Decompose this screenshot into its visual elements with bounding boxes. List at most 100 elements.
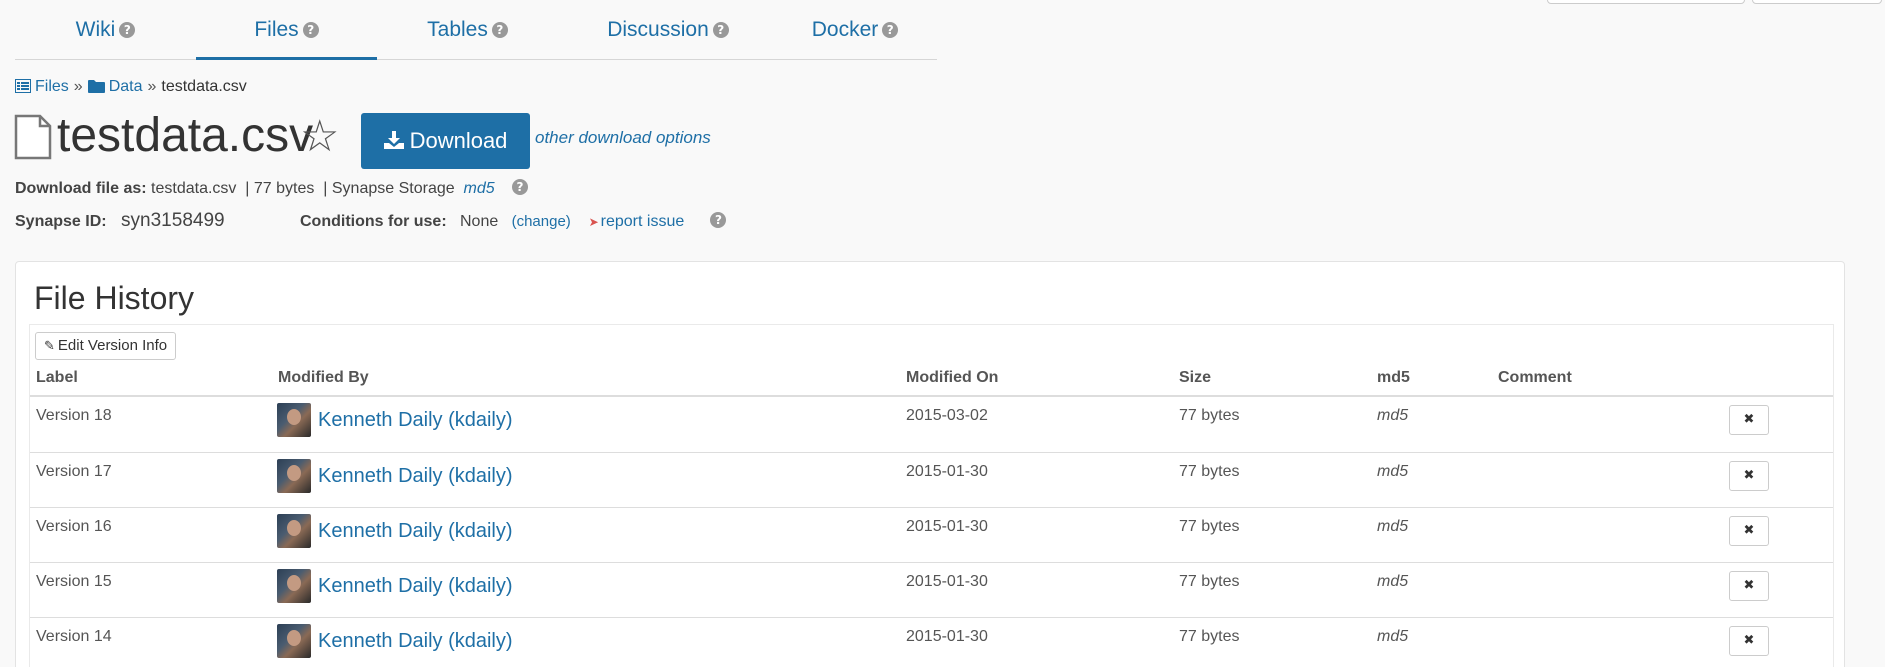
column-header-md5: md5 — [1377, 369, 1410, 386]
file-history-title: File History — [34, 280, 195, 316]
other-download-options-link[interactable]: other download options — [535, 128, 711, 148]
delete-version-button[interactable]: ✖ — [1729, 516, 1769, 546]
tab-discussion[interactable]: Discussion? — [563, 0, 773, 59]
avatar — [277, 569, 311, 603]
file-size: | 77 bytes — [245, 180, 315, 197]
avatar — [277, 403, 311, 437]
help-icon[interactable]: ? — [119, 22, 136, 38]
breadcrumb-files-link[interactable]: Files — [35, 78, 69, 95]
column-header-comment: Comment — [1498, 369, 1572, 386]
download-info-row: Download file as: testdata.csv | 77 byte… — [15, 179, 528, 198]
tab-wiki-label: Wiki — [75, 18, 116, 41]
change-conditions-link[interactable]: (change) — [512, 213, 571, 230]
storage-location: | Synapse Storage — [323, 180, 455, 197]
md5-link[interactable]: md5 — [1377, 463, 1408, 481]
md5-link[interactable]: md5 — [1377, 628, 1408, 646]
avatar — [277, 624, 311, 658]
column-header-size: Size — [1179, 369, 1212, 386]
download-as-label: Download file as: — [15, 180, 147, 197]
tab-files[interactable]: Files? — [196, 0, 377, 60]
download-as-value: testdata.csv — [151, 180, 237, 197]
conditions-value: None — [460, 213, 499, 230]
md5-link[interactable]: md5 — [464, 180, 495, 197]
tab-discussion-label: Discussion — [607, 18, 709, 41]
tab-docker[interactable]: Docker? — [773, 0, 937, 59]
download-button[interactable]: Download — [361, 113, 530, 169]
file-size: 77 bytes — [1179, 628, 1240, 645]
flag-icon: ➤ — [588, 215, 599, 229]
breadcrumb-separator: » — [73, 78, 83, 95]
file-size: 77 bytes — [1179, 407, 1240, 424]
column-header-modified-by: Modified By — [278, 369, 369, 386]
md5-link[interactable]: md5 — [1377, 573, 1408, 591]
file-size: 77 bytes — [1179, 573, 1240, 590]
help-icon[interactable]: ? — [710, 212, 727, 228]
table-row: Version 17 Kenneth Daily (kdaily) 2015-0… — [30, 452, 1833, 507]
tab-tables[interactable]: Tables? — [377, 0, 558, 59]
breadcrumb-data-link[interactable]: Data — [109, 78, 143, 95]
tab-wiki[interactable]: Wiki? — [15, 0, 196, 59]
modified-on: 2015-03-02 — [906, 407, 988, 424]
breadcrumb-current: testdata.csv — [161, 78, 247, 95]
modified-on: 2015-01-30 — [906, 573, 988, 590]
user-link[interactable]: Kenneth Daily (kdaily) — [318, 409, 513, 432]
avatar — [277, 514, 311, 548]
column-header-label: Label — [36, 369, 78, 386]
md5-link[interactable]: md5 — [1377, 407, 1408, 425]
table-row: Version 14 Kenneth Daily (kdaily) 2015-0… — [30, 617, 1833, 667]
modified-on: 2015-01-30 — [906, 518, 988, 535]
file-icon — [14, 114, 52, 165]
list-icon — [15, 79, 31, 98]
tab-bar: Wiki? Files? Tables? Discussion? Docker? — [15, 0, 937, 60]
file-title: testdata.csv — [57, 109, 314, 162]
synapse-id-value: syn3158499 — [121, 210, 225, 231]
download-icon — [383, 114, 404, 170]
table-row: Version 15 Kenneth Daily (kdaily) 2015-0… — [30, 562, 1833, 617]
delete-version-button[interactable]: ✖ — [1729, 626, 1769, 656]
download-button-label: Download — [409, 128, 508, 153]
folder-icon — [87, 79, 105, 98]
tab-docker-label: Docker — [811, 18, 879, 41]
breadcrumb: Files» Data» testdata.csv — [15, 78, 247, 98]
avatar — [277, 459, 311, 493]
tab-files-label: Files — [254, 18, 299, 41]
table-row: Version 18 Kenneth Daily (kdaily) 2015-0… — [30, 397, 1833, 452]
top-action-button-1[interactable] — [1547, 0, 1745, 4]
user-link[interactable]: Kenneth Daily (kdaily) — [318, 575, 513, 598]
edit-version-info-label: Edit Version Info — [57, 337, 168, 354]
table-row: Version 16 Kenneth Daily (kdaily) 2015-0… — [30, 507, 1833, 562]
report-issue-link[interactable]: report issue — [601, 213, 685, 230]
version-link[interactable]: Version 15 — [36, 573, 112, 591]
user-link[interactable]: Kenneth Daily (kdaily) — [318, 465, 513, 488]
file-history-panel: File History ✎ Edit Version Info Label Mo… — [15, 261, 1845, 667]
file-size: 77 bytes — [1179, 463, 1240, 480]
delete-version-button[interactable]: ✖ — [1729, 461, 1769, 491]
modified-on: 2015-01-30 — [906, 628, 988, 645]
user-link[interactable]: Kenneth Daily (kdaily) — [318, 630, 513, 653]
help-icon[interactable]: ? — [302, 22, 319, 38]
version-label: Version 18 — [36, 407, 112, 424]
delete-version-button[interactable]: ✖ — [1729, 571, 1769, 601]
delete-version-button[interactable]: ✖ — [1729, 405, 1769, 435]
edit-version-info-button[interactable]: ✎ Edit Version Info — [35, 332, 177, 360]
help-icon[interactable]: ? — [712, 22, 729, 38]
synapse-id-label: Synapse ID: — [15, 213, 107, 230]
file-size: 77 bytes — [1179, 518, 1240, 535]
version-link[interactable]: Version 17 — [36, 463, 112, 481]
column-header-modified-on: Modified On — [906, 369, 999, 386]
version-link[interactable]: Version 16 — [36, 518, 112, 536]
pencil-icon: ✎ — [44, 339, 55, 354]
help-icon[interactable]: ? — [512, 179, 528, 195]
help-icon[interactable]: ? — [491, 22, 508, 38]
favorite-star-icon[interactable]: ☆ — [300, 113, 339, 161]
help-icon[interactable]: ? — [882, 22, 899, 38]
version-link[interactable]: Version 14 — [36, 628, 112, 646]
breadcrumb-separator: » — [147, 78, 157, 95]
file-history-table: ✎ Edit Version Info Label Modified By Mod… — [29, 324, 1834, 667]
synapse-info-row: Synapse ID: syn3158499 — [15, 210, 225, 232]
conditions-label: Conditions for use: — [300, 213, 447, 230]
user-link[interactable]: Kenneth Daily (kdaily) — [318, 520, 513, 543]
top-action-button-2[interactable] — [1752, 0, 1882, 4]
conditions-row: Conditions for use: None (change) ➤ repor… — [300, 212, 727, 231]
md5-link[interactable]: md5 — [1377, 518, 1408, 536]
